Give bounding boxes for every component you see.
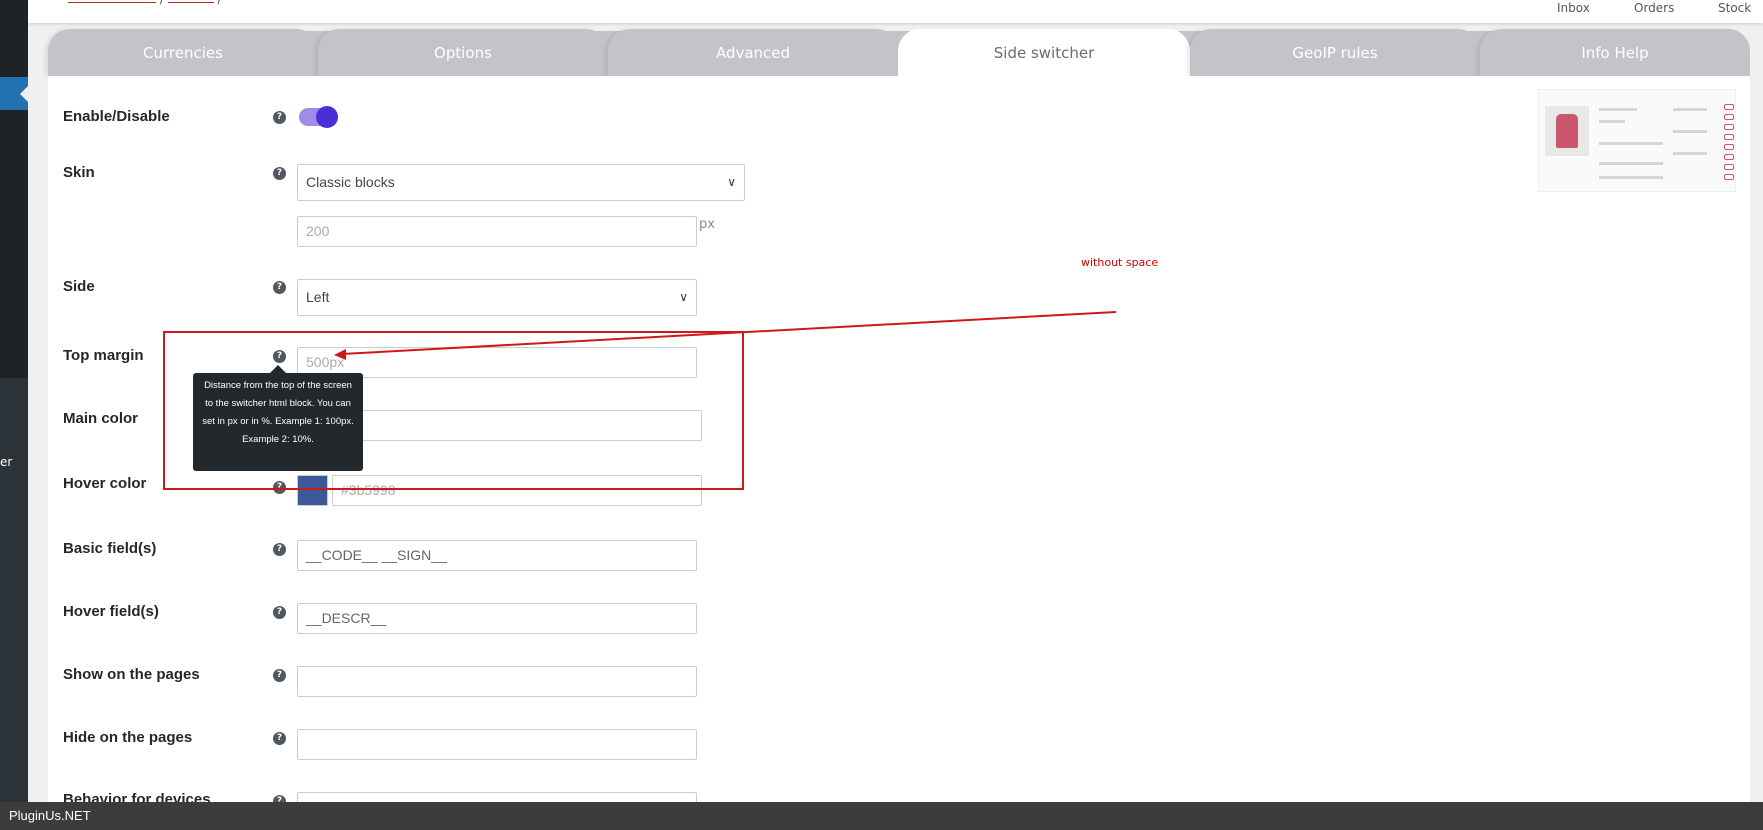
annotation-arrow xyxy=(334,311,1117,360)
footer: PluginUs.NET xyxy=(0,802,1763,830)
